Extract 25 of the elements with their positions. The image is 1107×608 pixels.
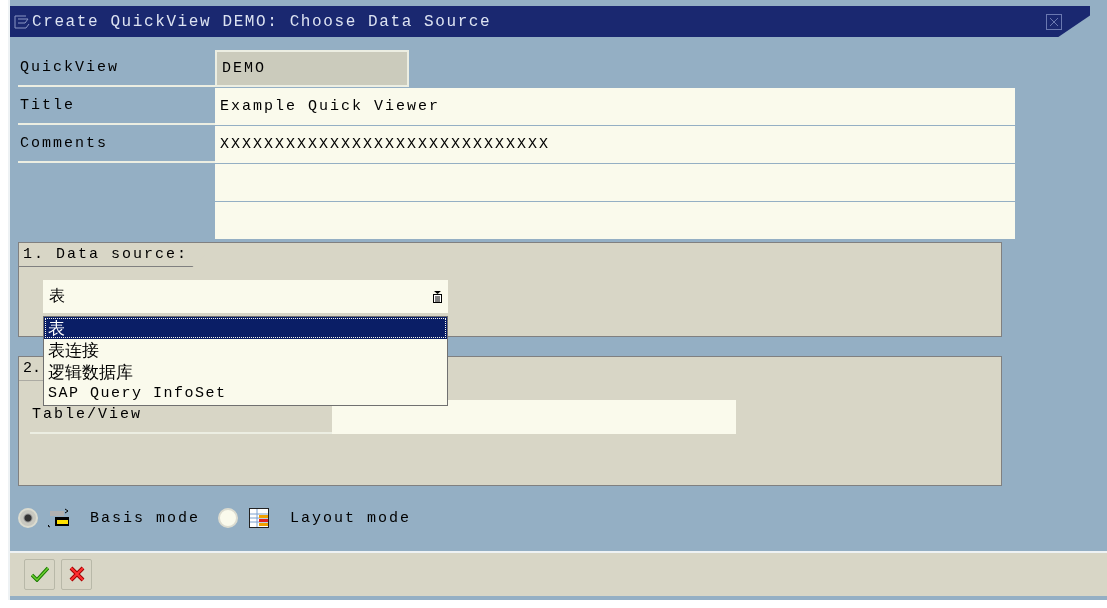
input-field[interactable] bbox=[215, 164, 1015, 202]
input-field[interactable] bbox=[215, 202, 1015, 240]
dropdown-option[interactable]: 表 bbox=[44, 317, 447, 340]
checkmark-icon bbox=[30, 566, 49, 583]
radio-button[interactable] bbox=[18, 508, 38, 529]
field-label: Table/View bbox=[30, 399, 332, 434]
cancel-button[interactable] bbox=[61, 558, 92, 590]
window-title: Create QuickView DEMO: Choose Data Source bbox=[32, 12, 492, 31]
field-label: Comments bbox=[20, 135, 108, 153]
radio-label: Basis mode bbox=[90, 509, 200, 527]
close-icon[interactable] bbox=[1046, 13, 1062, 30]
field-label: Title bbox=[20, 97, 75, 115]
confirm-button[interactable] bbox=[24, 558, 55, 590]
dropdown-icon[interactable] bbox=[433, 290, 442, 303]
radio-label: Layout mode bbox=[290, 509, 412, 527]
input-field[interactable]: Example Quick Viewer bbox=[215, 88, 1015, 126]
field-label: QuickView bbox=[20, 59, 119, 77]
dropdown-field[interactable]: 表 bbox=[43, 280, 448, 314]
table-icon bbox=[248, 507, 270, 530]
input-field[interactable]: XXXXXXXXXXXXXXXXXXXXXXXXXXXXXX bbox=[215, 126, 1015, 164]
list-arrows-icon bbox=[48, 508, 70, 529]
window-icon bbox=[14, 14, 30, 29]
radio-button[interactable] bbox=[218, 508, 238, 529]
input-field[interactable] bbox=[332, 399, 736, 434]
cross-icon bbox=[68, 566, 85, 583]
